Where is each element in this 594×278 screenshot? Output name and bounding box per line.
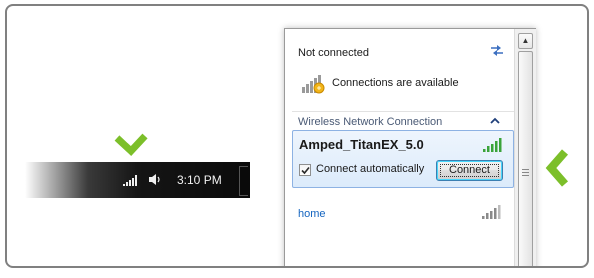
green-left-arrow-icon xyxy=(545,149,569,187)
clock[interactable]: 3:10 PM xyxy=(177,173,222,187)
scroll-up-button[interactable]: ▲ xyxy=(518,33,533,49)
taskbar: 3:10 PM xyxy=(25,162,250,198)
availability-text: Connections are available xyxy=(332,77,459,89)
volume-icon[interactable] xyxy=(149,173,163,186)
connections-available-icon xyxy=(302,75,325,94)
refresh-icon[interactable] xyxy=(489,43,505,57)
grip-icon xyxy=(522,169,529,176)
network-name: Amped_TitanEX_5.0 xyxy=(299,137,424,152)
checkmark-icon xyxy=(301,166,310,175)
section-divider xyxy=(292,111,514,112)
signal-strength-icon xyxy=(483,138,502,152)
signal-bars-icon[interactable] xyxy=(123,175,139,186)
connect-button[interactable]: Connect xyxy=(436,160,503,181)
network-list: Not connected Connections are available … xyxy=(292,29,514,266)
scrollbar-thumb[interactable] xyxy=(518,51,533,266)
network-item-name[interactable]: home xyxy=(298,208,326,220)
chevron-up-icon[interactable] xyxy=(490,117,500,125)
connect-automatically-label[interactable]: Connect automatically xyxy=(316,163,424,175)
network-popup: Not connected Connections are available … xyxy=(284,28,536,266)
connection-status: Not connected xyxy=(298,47,369,59)
signal-strength-icon xyxy=(482,205,501,219)
connect-automatically-checkbox[interactable] xyxy=(299,164,311,176)
network-item-selected[interactable]: Amped_TitanEX_5.0 Connect automatically … xyxy=(292,130,514,188)
illustration-frame: 3:10 PM Not connected Connections are av… xyxy=(5,4,589,268)
scrollbar[interactable]: ▲ xyxy=(514,29,536,266)
green-check-mark-icon xyxy=(114,133,148,156)
section-header: Wireless Network Connection xyxy=(298,116,443,128)
